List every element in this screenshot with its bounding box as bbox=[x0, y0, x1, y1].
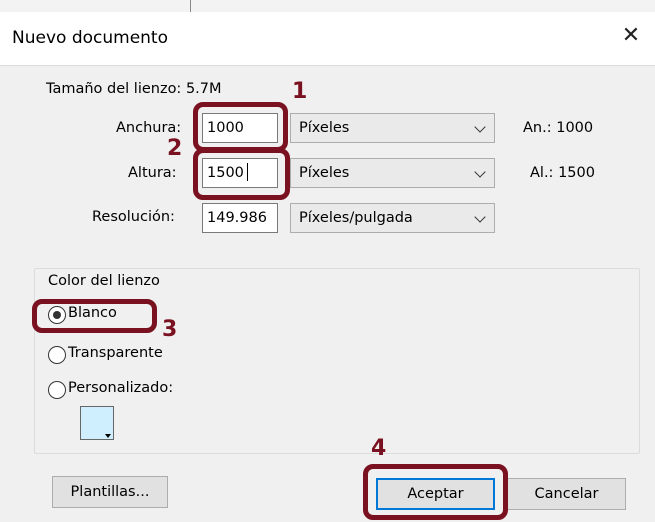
background-strip bbox=[0, 0, 655, 12]
annotation-number-2: 2 bbox=[167, 136, 183, 161]
height-label: Altura: bbox=[128, 165, 177, 181]
cancel-button[interactable]: Cancelar bbox=[507, 478, 626, 510]
dialog-titlebar: Nuevo documento ✕ bbox=[0, 0, 655, 66]
annotation-number-3: 3 bbox=[162, 317, 178, 342]
chevron-down-icon bbox=[474, 166, 486, 178]
radio-personalizado[interactable] bbox=[48, 381, 66, 399]
width-label: Anchura: bbox=[116, 120, 182, 136]
close-icon[interactable]: ✕ bbox=[616, 20, 646, 50]
canvas-size-label: Tamaño del lienzo: 5.7M bbox=[46, 81, 222, 97]
annotation-box-3 bbox=[32, 299, 157, 333]
resolution-unit-select[interactable]: Píxeles/pulgada bbox=[290, 203, 495, 233]
templates-button[interactable]: Plantillas... bbox=[52, 476, 168, 508]
annotation-number-1: 1 bbox=[292, 79, 308, 104]
resolution-input[interactable]: 149.986 bbox=[202, 203, 278, 233]
canvas-color-label: Color del lienzo bbox=[48, 273, 160, 289]
annotation-box-1 bbox=[193, 102, 288, 152]
radio-label-transparente[interactable]: Transparente bbox=[68, 345, 163, 361]
dialog-title: Nuevo documento bbox=[12, 28, 168, 48]
chevron-down-icon bbox=[474, 121, 486, 133]
background-divider bbox=[190, 0, 191, 12]
annotation-number-4: 4 bbox=[371, 436, 387, 461]
width-unit-select[interactable]: Píxeles bbox=[290, 113, 495, 143]
radio-transparente[interactable] bbox=[48, 346, 66, 364]
width-info: An.: 1000 bbox=[523, 120, 594, 136]
height-info: Al.: 1500 bbox=[530, 165, 595, 181]
resolution-label: Resolución: bbox=[92, 209, 175, 225]
width-unit-value: Píxeles bbox=[299, 120, 350, 136]
height-unit-value: Píxeles bbox=[299, 165, 350, 181]
radio-label-personalizado[interactable]: Personalizado: bbox=[68, 380, 173, 396]
resolution-unit-value: Píxeles/pulgada bbox=[299, 210, 413, 226]
canvas-color-group bbox=[34, 268, 640, 454]
height-unit-select[interactable]: Píxeles bbox=[290, 158, 495, 188]
annotation-box-4 bbox=[363, 464, 508, 520]
annotation-box-2 bbox=[193, 148, 290, 200]
chevron-down-icon bbox=[474, 211, 486, 223]
swatch-dropdown-icon bbox=[105, 434, 111, 438]
